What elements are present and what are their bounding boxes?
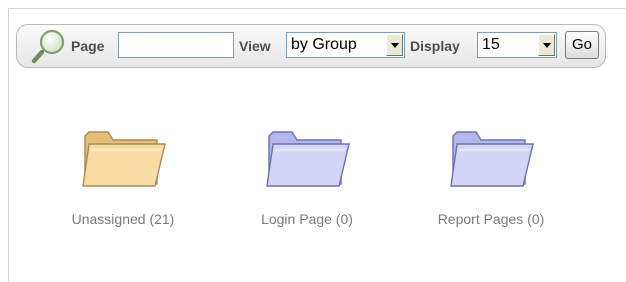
display-label: Display [410, 38, 460, 54]
go-button[interactable]: Go [565, 31, 599, 59]
group-login-page[interactable]: Login Page (0) [232, 118, 382, 238]
group-label[interactable]: Login Page (0) [232, 211, 382, 227]
search-toolbar: Page View by Group Display 15 Go [16, 24, 606, 68]
magnifier-icon [31, 28, 67, 64]
view-label: View [239, 38, 271, 54]
group-report-pages[interactable]: Report Pages (0) [416, 118, 566, 238]
folder-icon[interactable] [416, 124, 566, 192]
page-search-input[interactable] [118, 32, 234, 58]
folder-icon[interactable] [232, 124, 382, 192]
page-label: Page [71, 38, 105, 54]
chevron-down-icon[interactable] [386, 34, 403, 56]
group-label[interactable]: Unassigned (21) [48, 211, 198, 227]
group-unassigned[interactable]: Unassigned (21) [48, 118, 198, 238]
group-label[interactable]: Report Pages (0) [416, 211, 566, 227]
view-select-value: by Group [291, 36, 357, 53]
folder-icon[interactable] [48, 124, 198, 192]
chevron-down-icon[interactable] [538, 34, 555, 56]
view-select[interactable]: by Group [286, 32, 405, 58]
display-select-value: 15 [482, 36, 500, 53]
display-select[interactable]: 15 [477, 32, 557, 58]
